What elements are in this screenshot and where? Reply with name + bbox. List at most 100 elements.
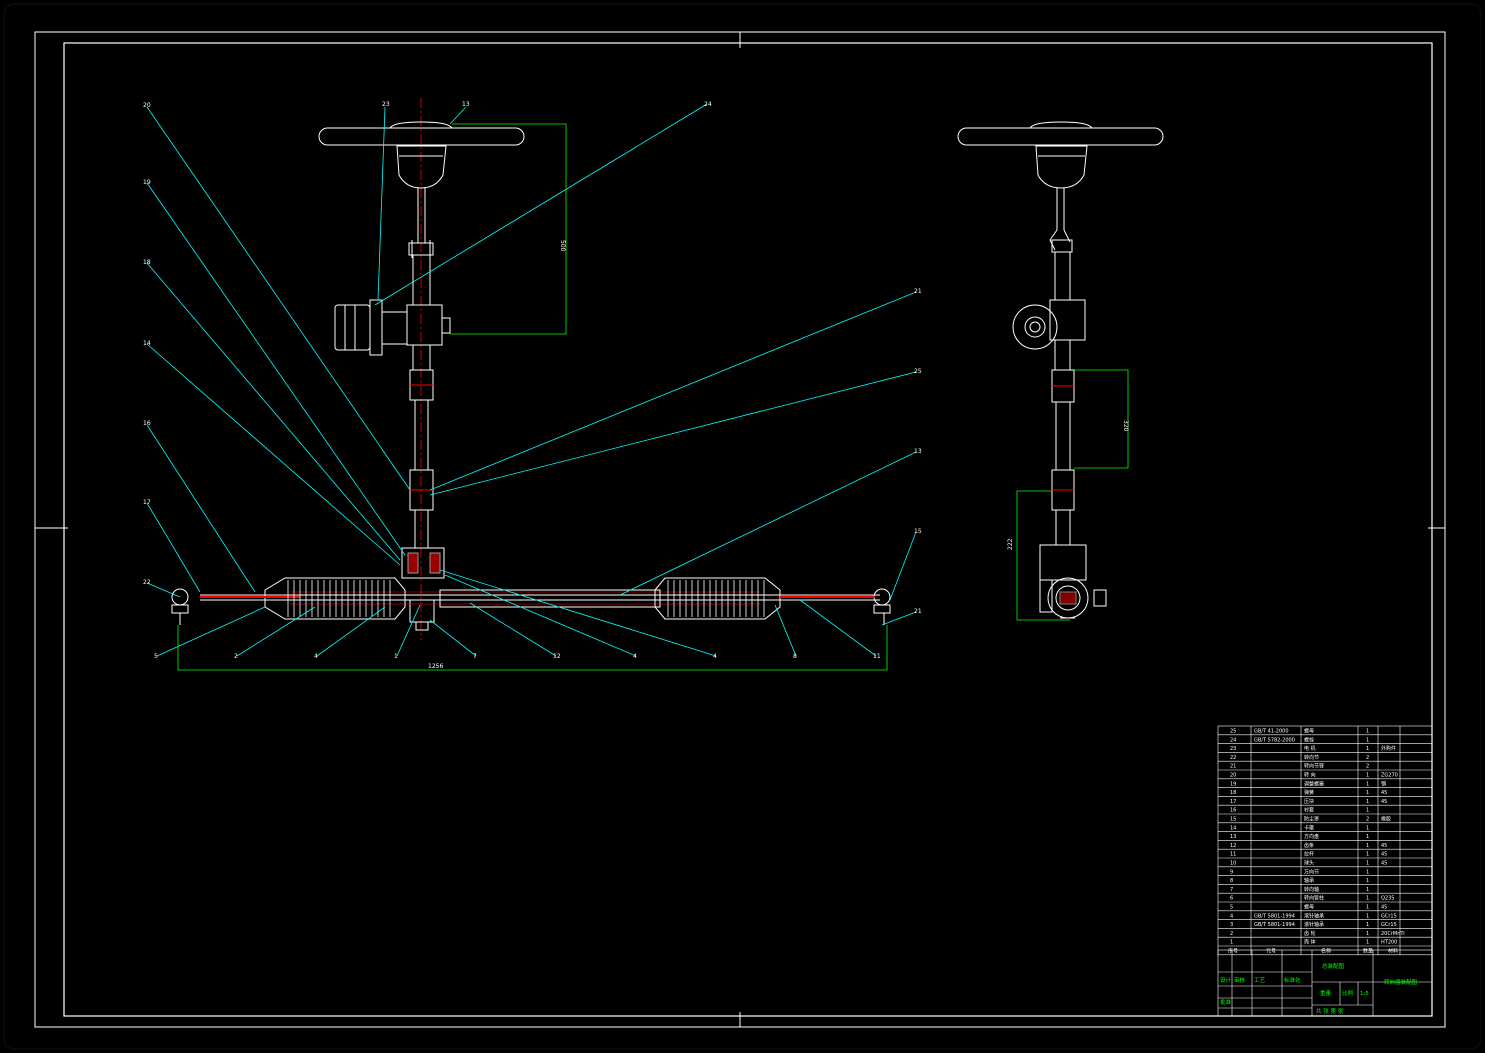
bom-cell: 2 <box>1366 755 1369 761</box>
bom-cell: 转向管柱 <box>1304 895 1324 902</box>
callout-label: 21 <box>914 288 922 295</box>
bom-cell: 卡箍 <box>1304 824 1314 831</box>
bom-cell: GB/T 5782-2000 <box>1254 737 1295 743</box>
bom-cell: 转 向 <box>1304 772 1316 779</box>
bom-cell: 1 <box>1366 940 1369 946</box>
sheet-label: 共 张 第 张 <box>1316 1007 1344 1015</box>
bom-cell: 橡胶 <box>1381 816 1391 823</box>
bom-cell: GCr15 <box>1381 922 1397 928</box>
bom-cell: 1 <box>1366 825 1369 831</box>
bom-cell: 2 <box>1366 817 1369 823</box>
bom-cell: 1 <box>1366 843 1369 849</box>
bom-cell: 齿 轮 <box>1304 930 1316 937</box>
approve-label: 批准 <box>1220 998 1232 1006</box>
callout-label: 22 <box>143 579 151 586</box>
bom-cell: 45 <box>1381 790 1387 796</box>
bom-cell: 9 <box>1230 869 1233 875</box>
main-title: 总装配图 <box>1322 962 1345 970</box>
callout-label: 13 <box>914 448 922 455</box>
bom-cell: 10 <box>1230 861 1236 867</box>
bom-cell: 1 <box>1366 746 1369 752</box>
bom-cell: 6 <box>1230 896 1233 902</box>
bom-header-cell: 数量 <box>1363 948 1373 955</box>
bom-cell: GCr15 <box>1381 913 1397 919</box>
callout-label: 5 <box>154 653 158 660</box>
bom-cell: 23 <box>1230 746 1236 752</box>
callout-label: 25 <box>914 368 922 375</box>
bom-cell: 1 <box>1366 878 1369 884</box>
bom-cell: 7 <box>1230 887 1233 893</box>
bom-cell: 压块 <box>1304 798 1314 805</box>
bom-cell: 1 <box>1366 834 1369 840</box>
callout-label: 7 <box>473 653 477 660</box>
callout-label: 2 <box>234 653 238 660</box>
bom-cell: 19 <box>1230 781 1236 787</box>
bom-cell: 21 <box>1230 764 1236 770</box>
bom-cell: 拉杆 <box>1304 851 1314 858</box>
bom-cell: 转向节 <box>1304 754 1319 761</box>
bom-cell: 1 <box>1366 729 1369 735</box>
bom-cell: 壳 体 <box>1304 939 1316 946</box>
checker-label: 审核 <box>1234 976 1246 984</box>
bom-cell: 13 <box>1230 834 1236 840</box>
bom-cell: 1 <box>1366 852 1369 858</box>
bom-cell: HT200 <box>1381 940 1397 946</box>
bom-cell: 万向节 <box>1304 868 1319 875</box>
bom-cell: 18 <box>1230 790 1236 796</box>
bom-cell: Q235 <box>1381 896 1394 902</box>
dimension-value: 1256 <box>428 663 443 670</box>
bom-cell: 4 <box>1230 913 1233 919</box>
callout-label: 13 <box>462 101 470 108</box>
bom-cell: 14 <box>1230 825 1236 831</box>
callout-label: 24 <box>704 101 712 108</box>
bom-cell: 1 <box>1366 913 1369 919</box>
bom-cell: 齿条 <box>1304 842 1314 849</box>
bom-cell: 螺栓 <box>1304 736 1314 743</box>
bom-cell: 45 <box>1381 861 1387 867</box>
standard-label: 标准化 <box>1284 976 1301 984</box>
bom-cell: 25 <box>1230 729 1236 735</box>
bom-cell: 螺母 <box>1304 904 1314 911</box>
bom-cell: 转向节臂 <box>1304 763 1324 770</box>
callout-label: 4 <box>633 653 637 660</box>
bom-cell: 20CrMnTi <box>1381 931 1405 937</box>
bom-cell: 螺母 <box>1304 728 1314 735</box>
callout-label: 8 <box>793 653 797 660</box>
bom-cell: 1 <box>1366 922 1369 928</box>
callout-label: 19 <box>143 179 151 186</box>
designer-label: 设计 <box>1220 976 1232 984</box>
dimension-value: 222 <box>1007 538 1014 550</box>
bom-cell: 15 <box>1230 817 1236 823</box>
drawing-name: 转向器装配图 <box>1384 978 1418 986</box>
callout-label: 23 <box>382 101 390 108</box>
cad-drawing: 23 13 242019181416172221251315215 2 4 1 7 12 4 4 8… <box>3 3 1482 1050</box>
callout-label: 4 <box>314 653 318 660</box>
bom-cell: 45 <box>1381 905 1387 911</box>
bom-cell: 8 <box>1230 878 1233 884</box>
bom-cell: 1 <box>1230 940 1233 946</box>
process-label: 工艺 <box>1254 977 1266 984</box>
callout-label: 17 <box>143 499 151 506</box>
bom-cell: 1 <box>1366 781 1369 787</box>
bom-cell: 滚针轴承 <box>1304 912 1324 919</box>
bom-cell: 1 <box>1366 905 1369 911</box>
bom-cell: 调整螺塞 <box>1304 780 1324 787</box>
weight-label: 重量 <box>1320 989 1332 997</box>
bom-cell: 衬套 <box>1304 807 1314 814</box>
bom-cell: 方向盘 <box>1304 833 1319 840</box>
callout-label: 18 <box>143 259 151 266</box>
bom-cell: 20 <box>1230 773 1236 779</box>
bom-cell: 1 <box>1366 931 1369 937</box>
bom-cell: 12 <box>1230 843 1236 849</box>
scale-label: 比例 <box>1342 989 1354 997</box>
callout-label: 4 <box>713 653 717 660</box>
bom-header-cell: 材料 <box>1388 948 1398 955</box>
bom-cell: 1 <box>1366 896 1369 902</box>
bom-cell: 22 <box>1230 755 1236 761</box>
bom-cell: 3 <box>1230 922 1233 928</box>
bom-cell: 1 <box>1366 808 1369 814</box>
bom-cell: 防尘罩 <box>1304 816 1319 823</box>
bom-cell: 45 <box>1381 852 1387 858</box>
bom-cell: 1 <box>1366 737 1369 743</box>
bom-cell: 45 <box>1381 799 1387 805</box>
